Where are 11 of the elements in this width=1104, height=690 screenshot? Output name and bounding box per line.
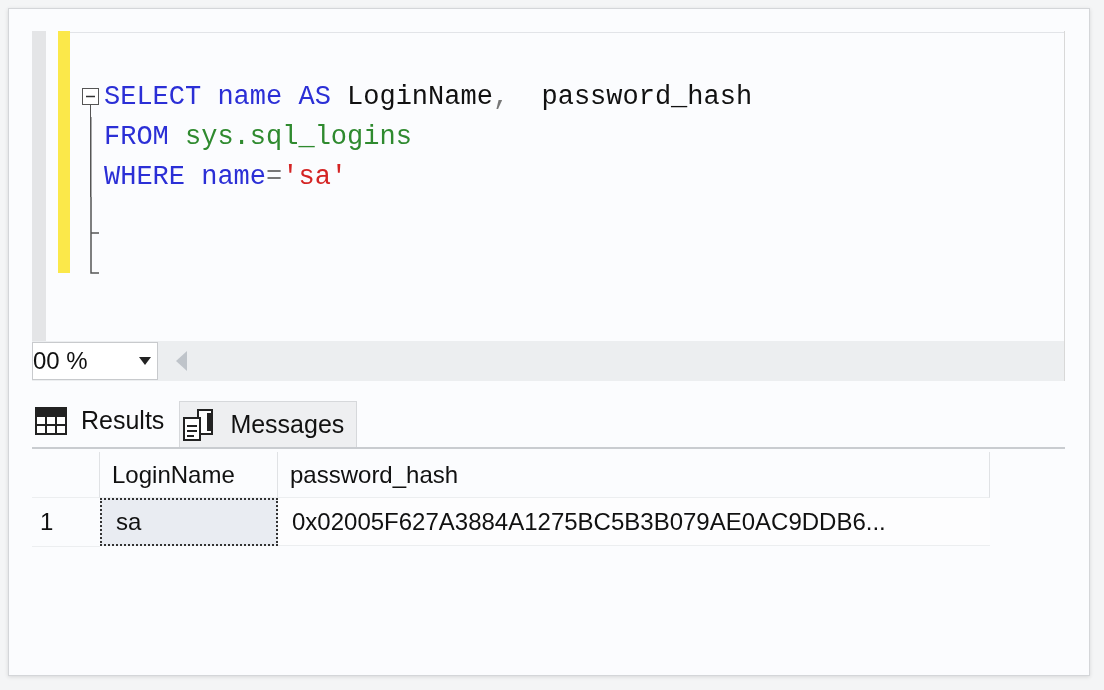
table-cell[interactable]: sa xyxy=(100,498,278,546)
code-line: WHERE name='sa' xyxy=(104,162,348,192)
column-header[interactable]: password_hash xyxy=(278,452,990,498)
zoom-dropdown[interactable]: 00 % xyxy=(32,342,158,380)
caret-icon xyxy=(139,357,151,365)
grid-icon xyxy=(35,406,67,435)
column-header[interactable]: LoginName xyxy=(100,452,278,498)
code-line: SELECT name AS LoginName, password_hash xyxy=(104,82,753,112)
code-line: FROM sys.sql_logins xyxy=(104,122,412,152)
row-header-corner xyxy=(32,452,100,498)
result-tab[interactable]: Messages xyxy=(179,401,358,447)
